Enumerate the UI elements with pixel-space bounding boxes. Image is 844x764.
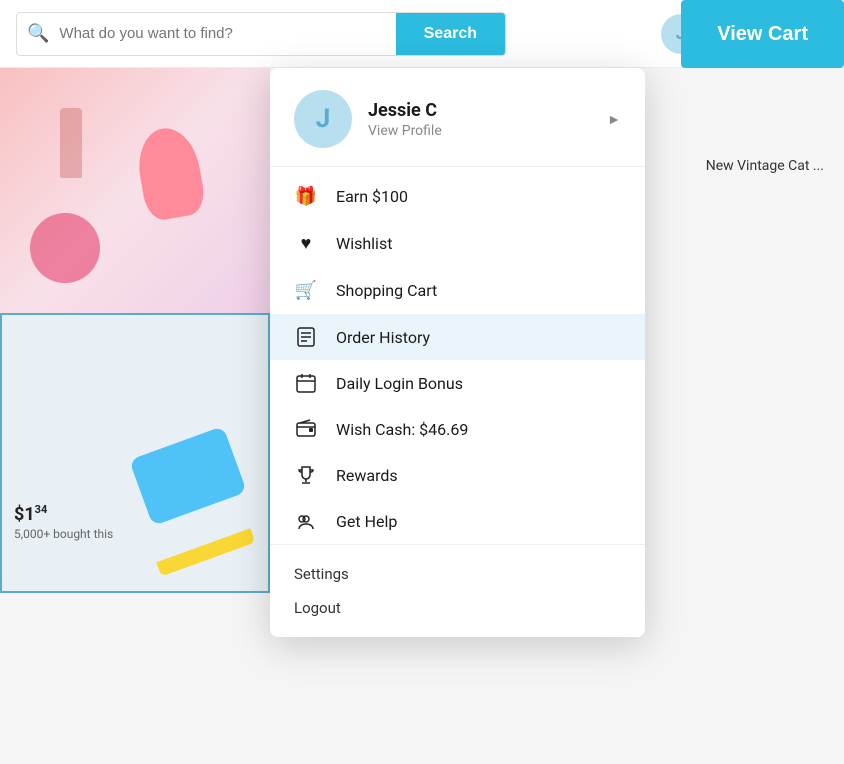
profile-arrow-icon: ► <box>607 111 621 128</box>
view-profile-label[interactable]: View Profile <box>368 123 442 139</box>
divider <box>270 166 645 167</box>
menu-item-cart[interactable]: 🛒 Shopping Cart <box>270 267 645 314</box>
menu-item-rewards[interactable]: Rewards <box>270 452 645 498</box>
profile-avatar: J <box>294 90 352 148</box>
product-price: $134 <box>14 503 113 525</box>
help-label: Get Help <box>336 512 397 531</box>
wallet-icon <box>294 419 318 439</box>
logout-link[interactable]: Logout <box>294 591 621 625</box>
settings-link[interactable]: Settings <box>294 557 621 591</box>
orders-icon <box>294 327 318 347</box>
menu-item-help[interactable]: Get Help <box>270 498 645 544</box>
glass-decoration <box>60 108 82 178</box>
gift-icon: 🎁 <box>294 186 318 207</box>
search-button[interactable]: Search <box>396 12 505 56</box>
shopping-cart-icon: 🛒 <box>294 280 318 301</box>
sold-count: 5,000+ bought this <box>14 527 113 541</box>
view-cart-button[interactable]: View Cart <box>681 0 844 68</box>
search-icon: 🔍 <box>17 23 59 44</box>
main-content: $134 5,000+ bought this New Vintage Cat … <box>0 68 844 764</box>
user-dropdown: J Jessie C View Profile ► 🎁 Earn $100 ♥ … <box>270 68 645 637</box>
menu-item-wishcash[interactable]: Wish Cash: $46.69 <box>270 406 645 452</box>
menu-item-daily[interactable]: Daily Login Bonus <box>270 360 645 406</box>
wishlist-label: Wishlist <box>336 234 392 253</box>
sponge-decoration <box>129 426 247 526</box>
price-badge: $134 5,000+ bought this <box>14 503 113 541</box>
daily-label: Daily Login Bonus <box>336 374 463 393</box>
profile-name: Jessie C <box>368 100 442 121</box>
rewards-label: Rewards <box>336 466 398 485</box>
help-icon <box>294 511 318 531</box>
profile-info: Jessie C View Profile <box>368 100 442 139</box>
flamingo-decoration <box>133 123 208 222</box>
bottom-links: Settings Logout <box>270 551 645 629</box>
rose-decoration <box>30 213 100 283</box>
product-image-top[interactable] <box>0 68 270 313</box>
earn-label: Earn $100 <box>336 187 408 206</box>
search-input[interactable] <box>59 25 395 42</box>
bottom-divider <box>270 544 645 545</box>
cart-label: Shopping Cart <box>336 281 437 300</box>
products-area: $134 5,000+ bought this <box>0 68 270 764</box>
product-image-bottom[interactable]: $134 5,000+ bought this <box>0 313 270 593</box>
menu-item-wishlist[interactable]: ♥ Wishlist <box>270 220 645 267</box>
search-bar: 🔍 Search <box>16 12 506 56</box>
heart-filled-icon: ♥ <box>294 233 318 254</box>
trophy-icon <box>294 465 318 485</box>
orders-label: Order History <box>336 328 430 347</box>
sponge-strip-decoration <box>156 528 255 576</box>
profile-section[interactable]: J Jessie C View Profile ► <box>270 68 645 166</box>
calendar-icon <box>294 373 318 393</box>
header: 🔍 Search J 🔔 🛒 1 ❤ View Cart <box>0 0 844 68</box>
menu-item-earn[interactable]: 🎁 Earn $100 <box>270 173 645 220</box>
product-label: New Vintage Cat ... <box>706 158 824 174</box>
wishcash-label: Wish Cash: $46.69 <box>336 420 468 439</box>
menu-item-orders[interactable]: Order History <box>270 314 645 360</box>
